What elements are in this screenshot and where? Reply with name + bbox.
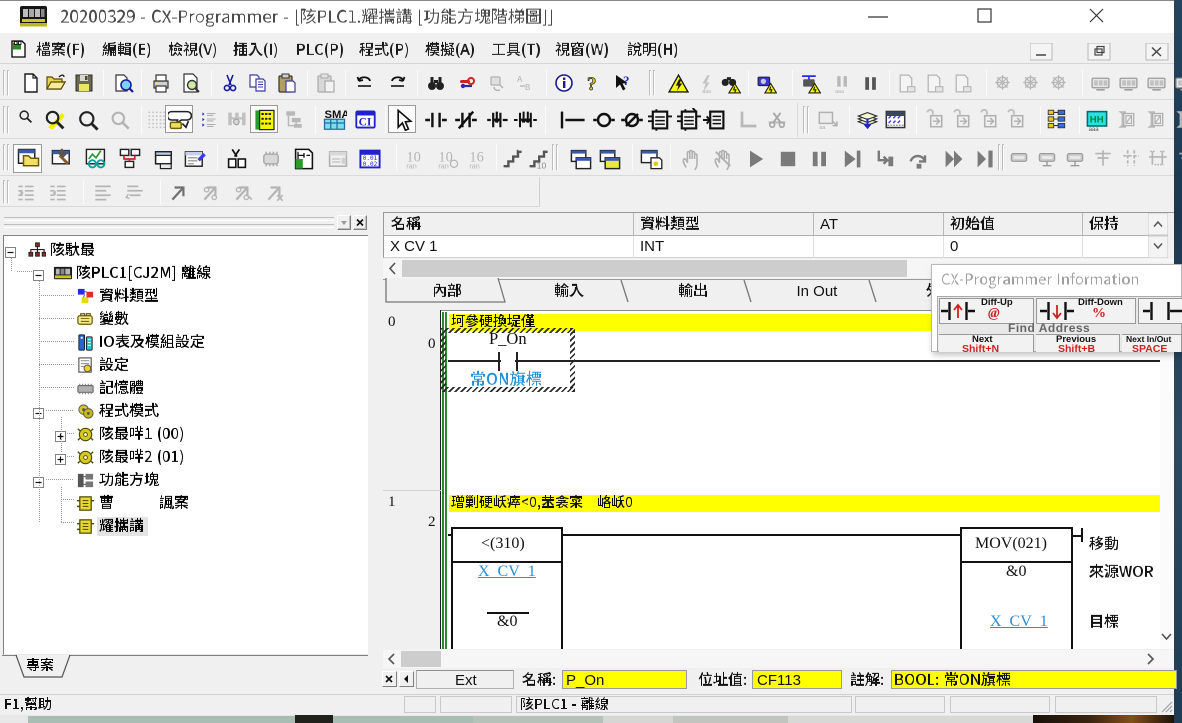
svg-text:0.02: 0.02 (363, 161, 378, 168)
svg-text:HH: HH (1090, 114, 1104, 125)
svg-text:aa: aa (819, 125, 826, 130)
svg-text:aaa: aaa (702, 89, 711, 94)
svg-text:A: A (517, 75, 523, 84)
svg-text:ran: ran (406, 162, 416, 171)
svg-text:aaa: aaa (835, 89, 844, 94)
svg-text:aaa: aaa (1089, 127, 1100, 132)
svg-text:?: ? (623, 73, 630, 88)
svg-text:?: ? (587, 74, 597, 93)
svg-text:10: 10 (537, 161, 547, 171)
svg-text:ran: ran (469, 162, 479, 171)
svg-text:CI: CI (359, 116, 372, 128)
svg-text:B: B (525, 83, 530, 92)
svg-text:ran: ran (438, 162, 448, 171)
